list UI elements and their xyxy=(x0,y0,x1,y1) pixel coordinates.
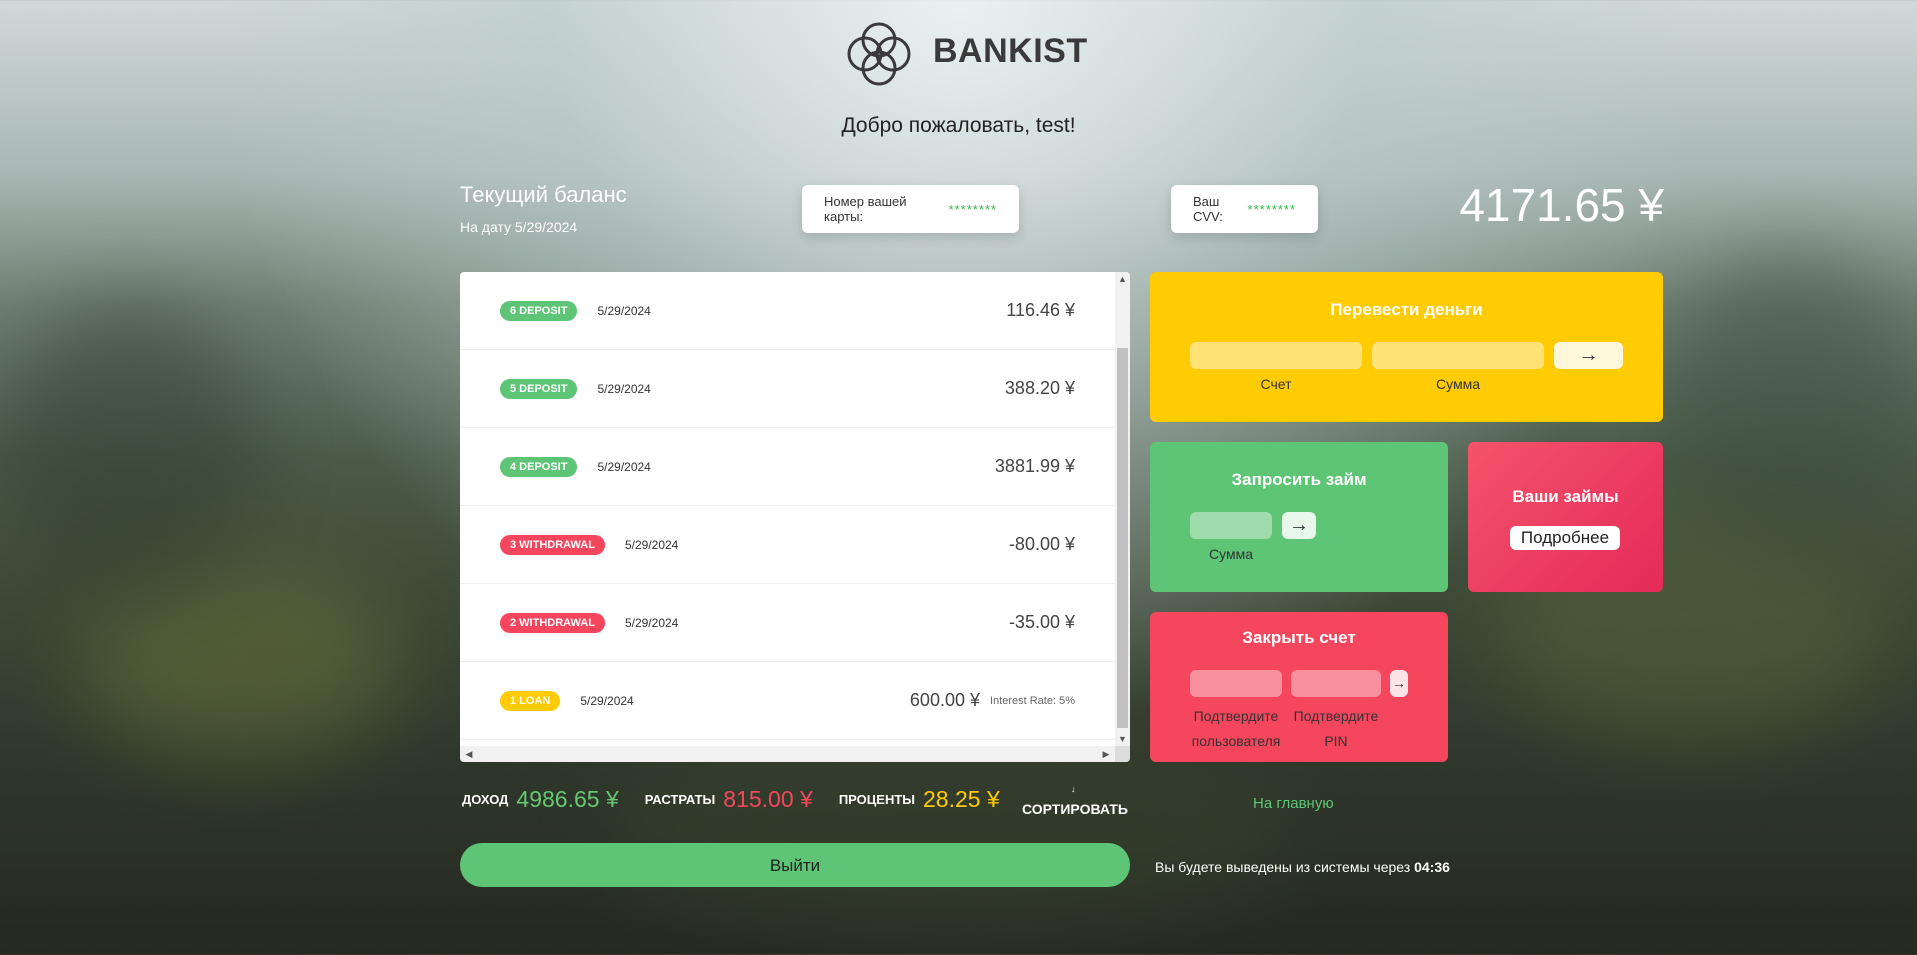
summary-in-label: ДОХОД xyxy=(462,792,509,807)
my-loans-panel: Ваши займы Подробнее xyxy=(1468,442,1663,592)
horizontal-scrollbar[interactable]: ◀ ▶ xyxy=(460,746,1115,762)
loan-amount-input[interactable] xyxy=(1190,512,1272,539)
transfer-account-label: Счет xyxy=(1260,376,1292,392)
cvv-box: Ваш CVV: ******** xyxy=(1171,185,1318,233)
movement-row: 2 WITHDRAWAL 5/29/2024 -35.00 ¥ xyxy=(460,584,1115,662)
movement-type-badge: 5 DEPOSIT xyxy=(500,378,578,399)
movement-type-badge: 6 DEPOSIT xyxy=(500,300,578,321)
card-number-box: Номер вашей карты: ******** xyxy=(802,185,1019,233)
transfer-panel: Перевести деньги → Счет Сумма xyxy=(1150,272,1663,422)
logo xyxy=(843,18,915,90)
logout-timer-text: Вы будете выведены из системы через xyxy=(1155,859,1411,875)
close-pin-label: Подтвердите PIN xyxy=(1284,704,1388,754)
summary-interest-label: ПРОЦЕНТЫ xyxy=(838,792,916,807)
summary-out-label: РАСТРАТЫ xyxy=(644,792,716,807)
movement-type-badge: 1 LOAN xyxy=(500,690,561,711)
close-pin-label-line1: Подтвердите xyxy=(1293,708,1379,724)
movement-value: 3881.99 ¥ xyxy=(994,456,1075,476)
movement-row: 5 DEPOSIT 5/29/2024 388.20 ¥ xyxy=(460,350,1115,428)
movement-value: 116.46 ¥ xyxy=(1006,300,1075,320)
scroll-thumb[interactable] xyxy=(1117,348,1128,728)
sort-button[interactable]: СОРТИРОВАТЬ xyxy=(1022,801,1128,817)
transfer-submit-button[interactable]: → xyxy=(1554,342,1623,369)
summary-interest-value: 28.25 ¥ xyxy=(923,786,1000,812)
scroll-up-icon[interactable]: ▲ xyxy=(1115,272,1130,286)
close-account-title: Закрыть счет xyxy=(1242,628,1356,647)
close-account-panel: Закрыть счет → Подтвердите пользователя … xyxy=(1150,612,1448,762)
close-user-label-line1: Подтвердите xyxy=(1193,708,1279,724)
scroll-right-icon[interactable]: ▶ xyxy=(1099,746,1113,762)
loan-amount-label: Сумма xyxy=(1209,546,1253,562)
scroll-left-icon[interactable]: ◀ xyxy=(462,746,476,762)
movement-row: 4 DEPOSIT 5/29/2024 3881.99 ¥ xyxy=(460,428,1115,506)
logout-button[interactable]: Выйти xyxy=(460,843,1130,887)
movement-type-badge: 3 WITHDRAWAL xyxy=(500,534,605,555)
summary-out-value: 815.00 ¥ xyxy=(723,786,813,812)
movement-value: -80.00 ¥ xyxy=(1008,534,1075,554)
balance-date: На дату 5/29/2024 xyxy=(460,219,578,235)
logout-timer: Вы будете выведены из системы через 04:3… xyxy=(1155,859,1450,875)
movement-date: 5/29/2024 xyxy=(597,381,651,396)
movement-value: 600.00 ¥ xyxy=(909,690,980,710)
logout-timer-value: 04:36 xyxy=(1414,859,1450,875)
scroll-corner xyxy=(1115,746,1130,762)
movement-value: 388.20 ¥ xyxy=(1004,378,1075,398)
card-number-label: Номер вашей карты: xyxy=(824,194,907,224)
movement-date: 5/29/2024 xyxy=(580,693,634,708)
transfer-account-input[interactable] xyxy=(1190,342,1362,369)
scroll-down-icon[interactable]: ▼ xyxy=(1115,732,1130,746)
movement-interest-rate: Interest Rate: 5% xyxy=(990,694,1075,707)
brand-name: BANKIST xyxy=(933,32,1088,70)
movements-panel: 6 DEPOSIT 5/29/2024 116.46 ¥ 5 DEPOSIT 5… xyxy=(460,272,1130,762)
summary-in-value: 4986.65 ¥ xyxy=(516,786,619,812)
movement-date: 5/29/2024 xyxy=(624,615,679,630)
movement-type-badge: 2 WITHDRAWAL xyxy=(500,612,605,633)
my-loans-title: Ваши займы xyxy=(1512,487,1619,506)
movement-type-badge: 4 DEPOSIT xyxy=(500,456,578,477)
transfer-title: Перевести деньги xyxy=(1330,300,1483,319)
movement-row: 6 DEPOSIT 5/29/2024 116.46 ¥ xyxy=(460,272,1115,350)
transfer-amount-input[interactable] xyxy=(1372,342,1544,369)
close-pin-input[interactable] xyxy=(1291,670,1381,697)
summary: ДОХОД 4986.65 ¥ РАСТРАТЫ 815.00 ¥ ПРОЦЕН… xyxy=(462,786,1026,813)
movement-date: 5/29/2024 xyxy=(597,303,651,318)
close-user-label-line2: пользователя xyxy=(1191,733,1281,749)
balance-label: Текущий баланс xyxy=(460,182,627,207)
close-submit-button[interactable]: → xyxy=(1390,670,1408,697)
movement-date: 5/29/2024 xyxy=(624,537,679,552)
movements-list[interactable]: 6 DEPOSIT 5/29/2024 116.46 ¥ 5 DEPOSIT 5… xyxy=(460,272,1115,746)
loan-details-button[interactable]: Подробнее xyxy=(1510,526,1620,550)
loan-title: Запросить займ xyxy=(1231,470,1367,489)
movement-value: -35.00 ¥ xyxy=(1008,612,1075,632)
card-number-value: ******** xyxy=(948,201,997,217)
transfer-amount-label: Сумма xyxy=(1436,376,1480,392)
movement-row: 3 WITHDRAWAL 5/29/2024 -80.00 ¥ xyxy=(460,506,1115,584)
balance-value: 4171.65 ¥ xyxy=(1459,179,1664,231)
bankist-logo-icon xyxy=(847,22,911,86)
home-link[interactable]: На главную xyxy=(1253,795,1334,812)
sort-arrow-icon[interactable]: ↓ xyxy=(1071,784,1076,794)
loan-panel: Запросить займ → Сумма xyxy=(1150,442,1448,592)
loan-submit-button[interactable]: → xyxy=(1282,512,1316,539)
close-pin-label-line2: PIN xyxy=(1324,733,1348,749)
vertical-scrollbar[interactable]: ▲ ▼ xyxy=(1115,272,1130,746)
movement-row: 1 LOAN 5/29/2024 600.00 ¥ Interest Rate:… xyxy=(460,662,1115,740)
movement-date: 5/29/2024 xyxy=(597,459,651,474)
welcome-message: Добро пожаловать, test! xyxy=(841,114,1076,137)
cvv-label: Ваш CVV: xyxy=(1193,194,1223,224)
cvv-value: ******** xyxy=(1247,201,1296,217)
close-user-label: Подтвердите пользователя xyxy=(1180,704,1292,754)
close-user-input[interactable] xyxy=(1190,670,1282,697)
